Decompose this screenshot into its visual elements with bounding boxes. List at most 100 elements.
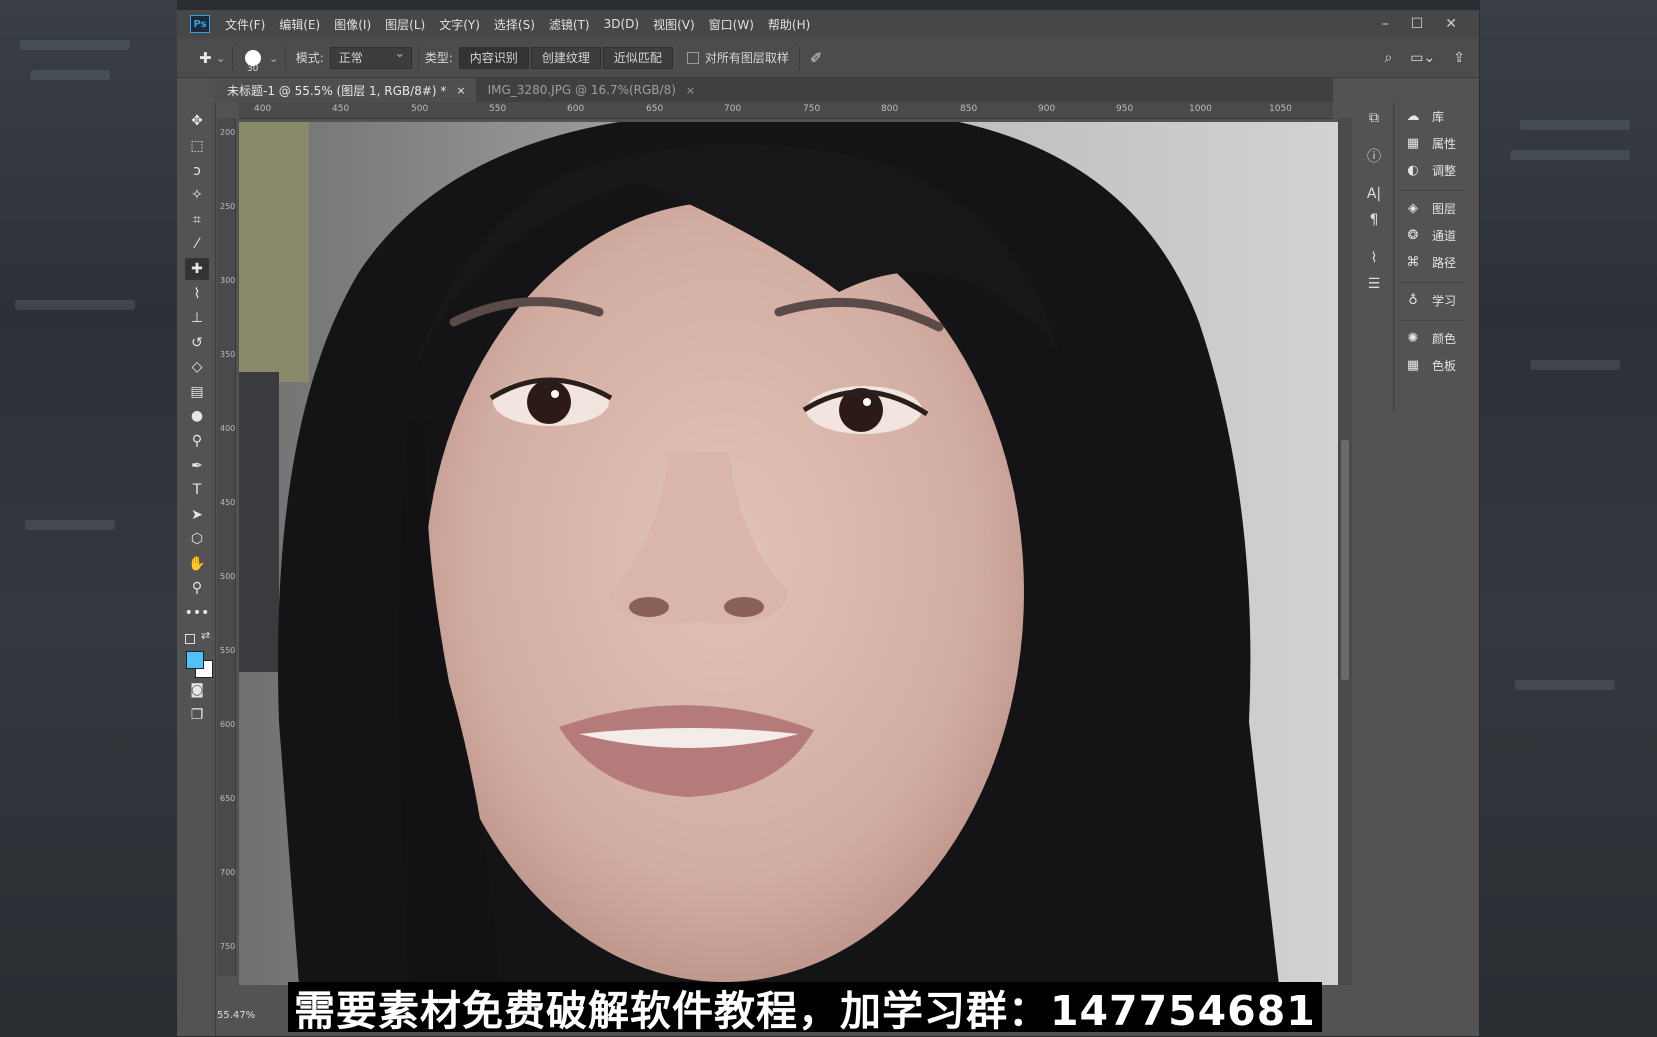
options-bar: ✚ ⌄ 30 ⌄ 模式: 正常 类型: 内容识别 创建纹理 近似匹配 对所有图层… xyxy=(177,38,1479,78)
gradient-tool-icon[interactable]: ▤ xyxy=(185,381,209,403)
panel-color[interactable]: ✺ 颜色 xyxy=(1404,330,1456,347)
move-tool-icon[interactable]: ✥ xyxy=(185,110,209,132)
magic-wand-tool-icon[interactable]: ✧ xyxy=(185,184,209,206)
swap-colors-icon[interactable]: ⇄ xyxy=(201,629,210,642)
window-controls: – ☐ ✕ xyxy=(1382,16,1457,32)
tool-presets-icon[interactable]: ☰ xyxy=(1363,274,1385,294)
blur-tool-icon[interactable]: ● xyxy=(185,405,209,427)
chevron-down-icon[interactable]: ⌄ xyxy=(269,51,279,65)
panel-properties[interactable]: ▦ 属性 xyxy=(1404,135,1456,152)
ruler-tick: 400 xyxy=(220,424,236,433)
close-window-button[interactable]: ✕ xyxy=(1445,16,1457,32)
zoom-level[interactable]: 55.47% xyxy=(217,1010,255,1021)
ruler-tick: 650 xyxy=(220,794,236,803)
ruler-tick: 700 xyxy=(220,868,236,877)
paragraph-icon[interactable]: ¶ xyxy=(1363,210,1385,230)
tab-img-3280[interactable]: IMG_3280.JPG @ 16.7%(RGB/8) × xyxy=(476,78,706,102)
divider xyxy=(1400,190,1466,191)
ruler-tick: 200 xyxy=(220,128,236,137)
type-tool-icon[interactable]: T xyxy=(185,479,209,501)
brush-settings-icon[interactable]: ⌇ xyxy=(1363,248,1385,268)
menu-filter[interactable]: 滤镜(T) xyxy=(542,16,597,33)
panel-dock: ☁ 库 ▦ 属性 ◐ 调整 ◈ 图层 ❂ 通道 ⌘ 路径 ♁ 学习 ✺ 颜色 ▦… xyxy=(1393,102,1474,412)
type-segmented-control: 内容识别 创建纹理 近似匹配 xyxy=(458,46,675,69)
menu-image[interactable]: 图像(I) xyxy=(327,16,378,33)
quick-mask-icon[interactable]: ◙ xyxy=(185,679,209,701)
document-canvas[interactable] xyxy=(239,122,1338,985)
menu-select[interactable]: 选择(S) xyxy=(487,16,542,33)
ruler-tick: 600 xyxy=(220,720,236,729)
dodge-tool-icon[interactable]: ⚲ xyxy=(185,430,209,452)
type-content-aware-button[interactable]: 内容识别 xyxy=(458,46,529,69)
brush-tool-icon[interactable]: ⌇ xyxy=(185,283,209,305)
panel-paths[interactable]: ⌘ 路径 xyxy=(1404,254,1457,271)
swatches-icon: ▦ xyxy=(1406,358,1420,373)
history-icon[interactable]: ⧉ xyxy=(1363,108,1385,128)
screen-mode-icon[interactable]: ❐ xyxy=(185,704,209,726)
search-icon[interactable]: ⌕ xyxy=(1384,50,1392,66)
close-icon[interactable]: × xyxy=(686,84,695,97)
menu-view[interactable]: 视图(V) xyxy=(646,16,702,33)
menu-file[interactable]: 文件(F) xyxy=(218,16,272,33)
minimize-button[interactable]: – xyxy=(1382,16,1389,32)
menu-help[interactable]: 帮助(H) xyxy=(761,16,817,33)
ruler-tick: 1000 xyxy=(1189,104,1212,114)
mode-select[interactable]: 正常 xyxy=(329,46,412,69)
workspace-icon[interactable]: ▭⌄ xyxy=(1410,50,1435,66)
tab-untitled-1[interactable]: 未标题-1 @ 55.5% (图层 1, RGB/8#) * × xyxy=(215,78,476,102)
brush-picker[interactable]: 30 xyxy=(244,49,261,74)
zoom-tool-icon[interactable]: ⚲ xyxy=(185,577,209,599)
mode-label: 模式: xyxy=(295,51,324,65)
ruler-tick: 750 xyxy=(803,104,821,114)
panel-library[interactable]: ☁ 库 xyxy=(1404,108,1445,125)
scrollbar-thumb[interactable] xyxy=(1341,440,1349,680)
ruler-tick: 1050 xyxy=(1269,104,1292,114)
panel-channels[interactable]: ❂ 通道 xyxy=(1404,227,1456,244)
learn-icon: ♁ xyxy=(1408,293,1418,308)
eyedropper-tool-icon[interactable]: ⁄ xyxy=(185,233,209,255)
ruler-tick: 950 xyxy=(1116,104,1134,114)
panel-adjustments[interactable]: ◐ 调整 xyxy=(1404,162,1456,179)
options-right-controls: ⌕ ▭⌄ ⇪ xyxy=(1384,50,1465,66)
menu-window[interactable]: 窗口(W) xyxy=(702,16,761,33)
menu-edit[interactable]: 编辑(E) xyxy=(272,16,327,33)
panel-learn[interactable]: ♁ 学习 xyxy=(1404,292,1456,309)
title-menu-bar: Ps 文件(F) 编辑(E) 图像(I) 图层(L) 文字(Y) 选择(S) 滤… xyxy=(177,10,1479,38)
info-icon[interactable]: ⓘ xyxy=(1363,146,1385,166)
hand-tool-icon[interactable]: ✋ xyxy=(185,553,209,575)
vertical-scrollbar[interactable] xyxy=(1338,118,1352,985)
default-colors-icon[interactable] xyxy=(185,634,195,644)
lasso-tool-icon[interactable]: ↄ xyxy=(185,160,209,182)
pressure-size-icon[interactable]: ✐ xyxy=(810,49,823,67)
share-icon[interactable]: ⇪ xyxy=(1453,50,1465,66)
maximize-button[interactable]: ☐ xyxy=(1411,16,1424,32)
history-brush-tool-icon[interactable]: ↺ xyxy=(185,332,209,354)
shape-tool-icon[interactable]: ⬡ xyxy=(185,528,209,550)
path-selection-tool-icon[interactable]: ➤ xyxy=(185,504,209,526)
character-icon[interactable]: A| xyxy=(1363,184,1385,204)
divider xyxy=(798,45,800,70)
sample-all-layers-checkbox[interactable] xyxy=(686,51,699,64)
ruler-tick: 650 xyxy=(646,104,664,114)
menu-type[interactable]: 文字(Y) xyxy=(432,16,487,33)
panel-label: 调整 xyxy=(1432,164,1457,178)
chevron-down-icon[interactable]: ⌄ xyxy=(216,51,226,65)
spot-healing-tool-preset-icon[interactable]: ✚ xyxy=(199,49,212,67)
close-icon[interactable]: × xyxy=(456,84,465,97)
eraser-tool-icon[interactable]: ◇ xyxy=(185,356,209,378)
spot-healing-brush-tool-icon[interactable]: ✚ xyxy=(185,258,209,280)
type-create-texture-button[interactable]: 创建纹理 xyxy=(530,46,601,69)
menu-3d[interactable]: 3D(D) xyxy=(597,17,646,31)
panel-label: 色板 xyxy=(1432,359,1457,373)
pen-tool-icon[interactable]: ✒ xyxy=(185,455,209,477)
menu-layer[interactable]: 图层(L) xyxy=(378,16,432,33)
more-tools-icon[interactable]: ••• xyxy=(185,602,210,624)
panel-layers[interactable]: ◈ 图层 xyxy=(1404,200,1456,217)
clone-stamp-tool-icon[interactable]: ⊥ xyxy=(185,307,209,329)
foreground-color-swatch[interactable] xyxy=(186,651,204,669)
crop-tool-icon[interactable]: ⌗ xyxy=(185,209,209,231)
panel-swatches[interactable]: ▦ 色板 xyxy=(1404,357,1456,374)
divider xyxy=(1400,282,1466,283)
marquee-tool-icon[interactable]: ⬚ xyxy=(185,135,209,157)
type-proximity-match-button[interactable]: 近似匹配 xyxy=(602,46,673,69)
